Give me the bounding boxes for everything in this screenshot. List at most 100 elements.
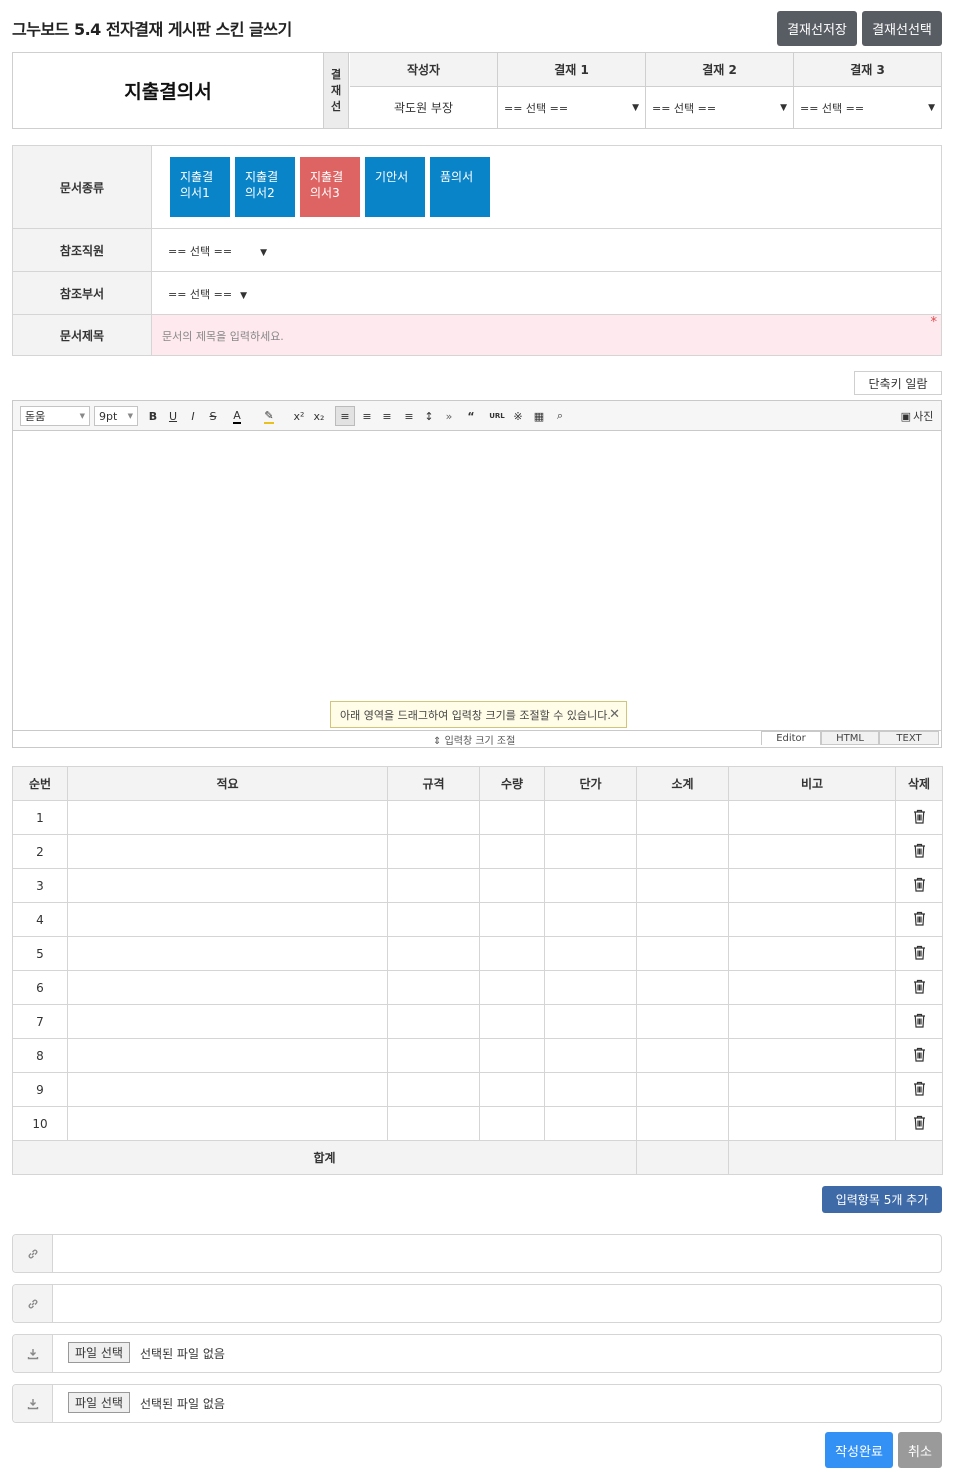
subject-input[interactable]: 문서의 제목을 입력하세요. * bbox=[152, 315, 941, 355]
desc-input[interactable] bbox=[67, 902, 388, 937]
mode-tab-text[interactable]: TEXT bbox=[879, 731, 939, 745]
subtotal-input[interactable] bbox=[636, 1106, 729, 1141]
qty-input[interactable] bbox=[479, 902, 545, 937]
spec-input[interactable] bbox=[387, 902, 480, 937]
line-height-icon[interactable]: ↕ bbox=[419, 406, 439, 426]
quote-icon[interactable]: “ bbox=[461, 406, 481, 426]
qty-input[interactable] bbox=[479, 970, 545, 1005]
qty-input[interactable] bbox=[479, 1038, 545, 1073]
editor-content-area[interactable] bbox=[13, 431, 941, 729]
subscript-icon[interactable]: x₂ bbox=[310, 406, 328, 426]
desc-input[interactable] bbox=[67, 970, 388, 1005]
note-input[interactable] bbox=[728, 1038, 896, 1073]
desc-input[interactable] bbox=[67, 800, 388, 835]
mode-tab-html[interactable]: HTML bbox=[821, 731, 879, 745]
note-input[interactable] bbox=[728, 936, 896, 971]
note-input[interactable] bbox=[728, 868, 896, 903]
doctype-button-proposal[interactable]: 품의서 bbox=[430, 157, 490, 217]
subtotal-input[interactable] bbox=[636, 970, 729, 1005]
file-select-button-1[interactable]: 파일 선택 bbox=[68, 1342, 130, 1363]
search-icon[interactable]: ⌕ bbox=[551, 406, 569, 426]
note-input[interactable] bbox=[728, 970, 896, 1005]
qty-input[interactable] bbox=[479, 868, 545, 903]
price-input[interactable] bbox=[544, 800, 637, 835]
desc-input[interactable] bbox=[67, 868, 388, 903]
mode-tab-editor[interactable]: Editor bbox=[761, 731, 821, 745]
note-input[interactable] bbox=[728, 1106, 896, 1141]
align-center-icon[interactable]: ≡ bbox=[357, 406, 377, 426]
shortcut-list-button[interactable]: 단축키 일람 bbox=[854, 371, 942, 395]
more-icon[interactable]: » bbox=[442, 406, 456, 426]
spec-input[interactable] bbox=[387, 868, 480, 903]
subtotal-input[interactable] bbox=[636, 1004, 729, 1039]
qty-input[interactable] bbox=[479, 1072, 545, 1107]
font-select[interactable]: 돋움 ▼ bbox=[20, 406, 90, 426]
strikethrough-icon[interactable]: S bbox=[204, 406, 222, 426]
delete-row-button[interactable] bbox=[895, 936, 943, 971]
delete-row-button[interactable] bbox=[895, 868, 943, 903]
price-input[interactable] bbox=[544, 868, 637, 903]
subtotal-input[interactable] bbox=[636, 902, 729, 937]
ref-dept-select[interactable]: == 선택 == ▼ bbox=[168, 286, 247, 302]
subtotal-input[interactable] bbox=[636, 1038, 729, 1073]
note-input[interactable] bbox=[728, 1004, 896, 1039]
save-approval-line-button[interactable]: 결재선저장 bbox=[777, 11, 857, 46]
desc-input[interactable] bbox=[67, 1038, 388, 1073]
approver-1-select[interactable]: == 선택 == ▼ bbox=[498, 87, 645, 128]
delete-row-button[interactable] bbox=[895, 1106, 943, 1141]
underline-icon[interactable]: U bbox=[164, 406, 182, 426]
spec-input[interactable] bbox=[387, 834, 480, 869]
cancel-button[interactable]: 취소 bbox=[898, 1432, 942, 1468]
approver-2-select[interactable]: == 선택 == ▼ bbox=[646, 87, 793, 128]
price-input[interactable] bbox=[544, 936, 637, 971]
note-input[interactable] bbox=[728, 834, 896, 869]
ref-staff-select[interactable]: == 선택 == ▼ bbox=[168, 243, 267, 259]
delete-row-button[interactable] bbox=[895, 970, 943, 1005]
spec-input[interactable] bbox=[387, 800, 480, 835]
approver-3-select[interactable]: == 선택 == ▼ bbox=[794, 87, 941, 128]
note-input[interactable] bbox=[728, 800, 896, 835]
table-icon[interactable]: ▦ bbox=[529, 406, 549, 426]
price-input[interactable] bbox=[544, 970, 637, 1005]
link-input-1[interactable] bbox=[54, 1235, 941, 1272]
link-input-2[interactable] bbox=[54, 1285, 941, 1322]
doctype-button-expense3[interactable]: 지출결 의서3 bbox=[300, 157, 360, 217]
doctype-button-expense1[interactable]: 지출결 의서1 bbox=[170, 157, 230, 217]
subtotal-input[interactable] bbox=[636, 834, 729, 869]
subtotal-input[interactable] bbox=[636, 936, 729, 971]
subtotal-input[interactable] bbox=[636, 800, 729, 835]
file-select-button-2[interactable]: 파일 선택 bbox=[68, 1392, 130, 1413]
price-input[interactable] bbox=[544, 834, 637, 869]
subtotal-input[interactable] bbox=[636, 1072, 729, 1107]
spec-input[interactable] bbox=[387, 970, 480, 1005]
desc-input[interactable] bbox=[67, 936, 388, 971]
desc-input[interactable] bbox=[67, 1004, 388, 1039]
qty-input[interactable] bbox=[479, 800, 545, 835]
link-url-icon[interactable]: URL bbox=[486, 406, 508, 426]
qty-input[interactable] bbox=[479, 834, 545, 869]
spec-input[interactable] bbox=[387, 1106, 480, 1141]
align-justify-icon[interactable]: ≡ bbox=[399, 406, 419, 426]
spec-input[interactable] bbox=[387, 936, 480, 971]
price-input[interactable] bbox=[544, 1072, 637, 1107]
price-input[interactable] bbox=[544, 902, 637, 937]
price-input[interactable] bbox=[544, 1038, 637, 1073]
add-five-rows-button[interactable]: 입력항목 5개 추가 bbox=[822, 1186, 942, 1213]
qty-input[interactable] bbox=[479, 1106, 545, 1141]
qty-input[interactable] bbox=[479, 936, 545, 971]
price-input[interactable] bbox=[544, 1106, 637, 1141]
desc-input[interactable] bbox=[67, 834, 388, 869]
spec-input[interactable] bbox=[387, 1038, 480, 1073]
align-left-icon[interactable]: ≡ bbox=[335, 406, 355, 426]
delete-row-button[interactable] bbox=[895, 1004, 943, 1039]
bold-icon[interactable]: B bbox=[144, 406, 162, 426]
doctype-button-draft[interactable]: 기안서 bbox=[365, 157, 425, 217]
close-icon[interactable]: ✕ bbox=[609, 707, 620, 722]
note-input[interactable] bbox=[728, 1072, 896, 1107]
special-char-icon[interactable]: ※ bbox=[509, 406, 527, 426]
photo-button[interactable]: ▣ 사진 bbox=[896, 406, 938, 426]
spec-input[interactable] bbox=[387, 1004, 480, 1039]
submit-button[interactable]: 작성완료 bbox=[825, 1432, 893, 1468]
price-input[interactable] bbox=[544, 1004, 637, 1039]
desc-input[interactable] bbox=[67, 1072, 388, 1107]
